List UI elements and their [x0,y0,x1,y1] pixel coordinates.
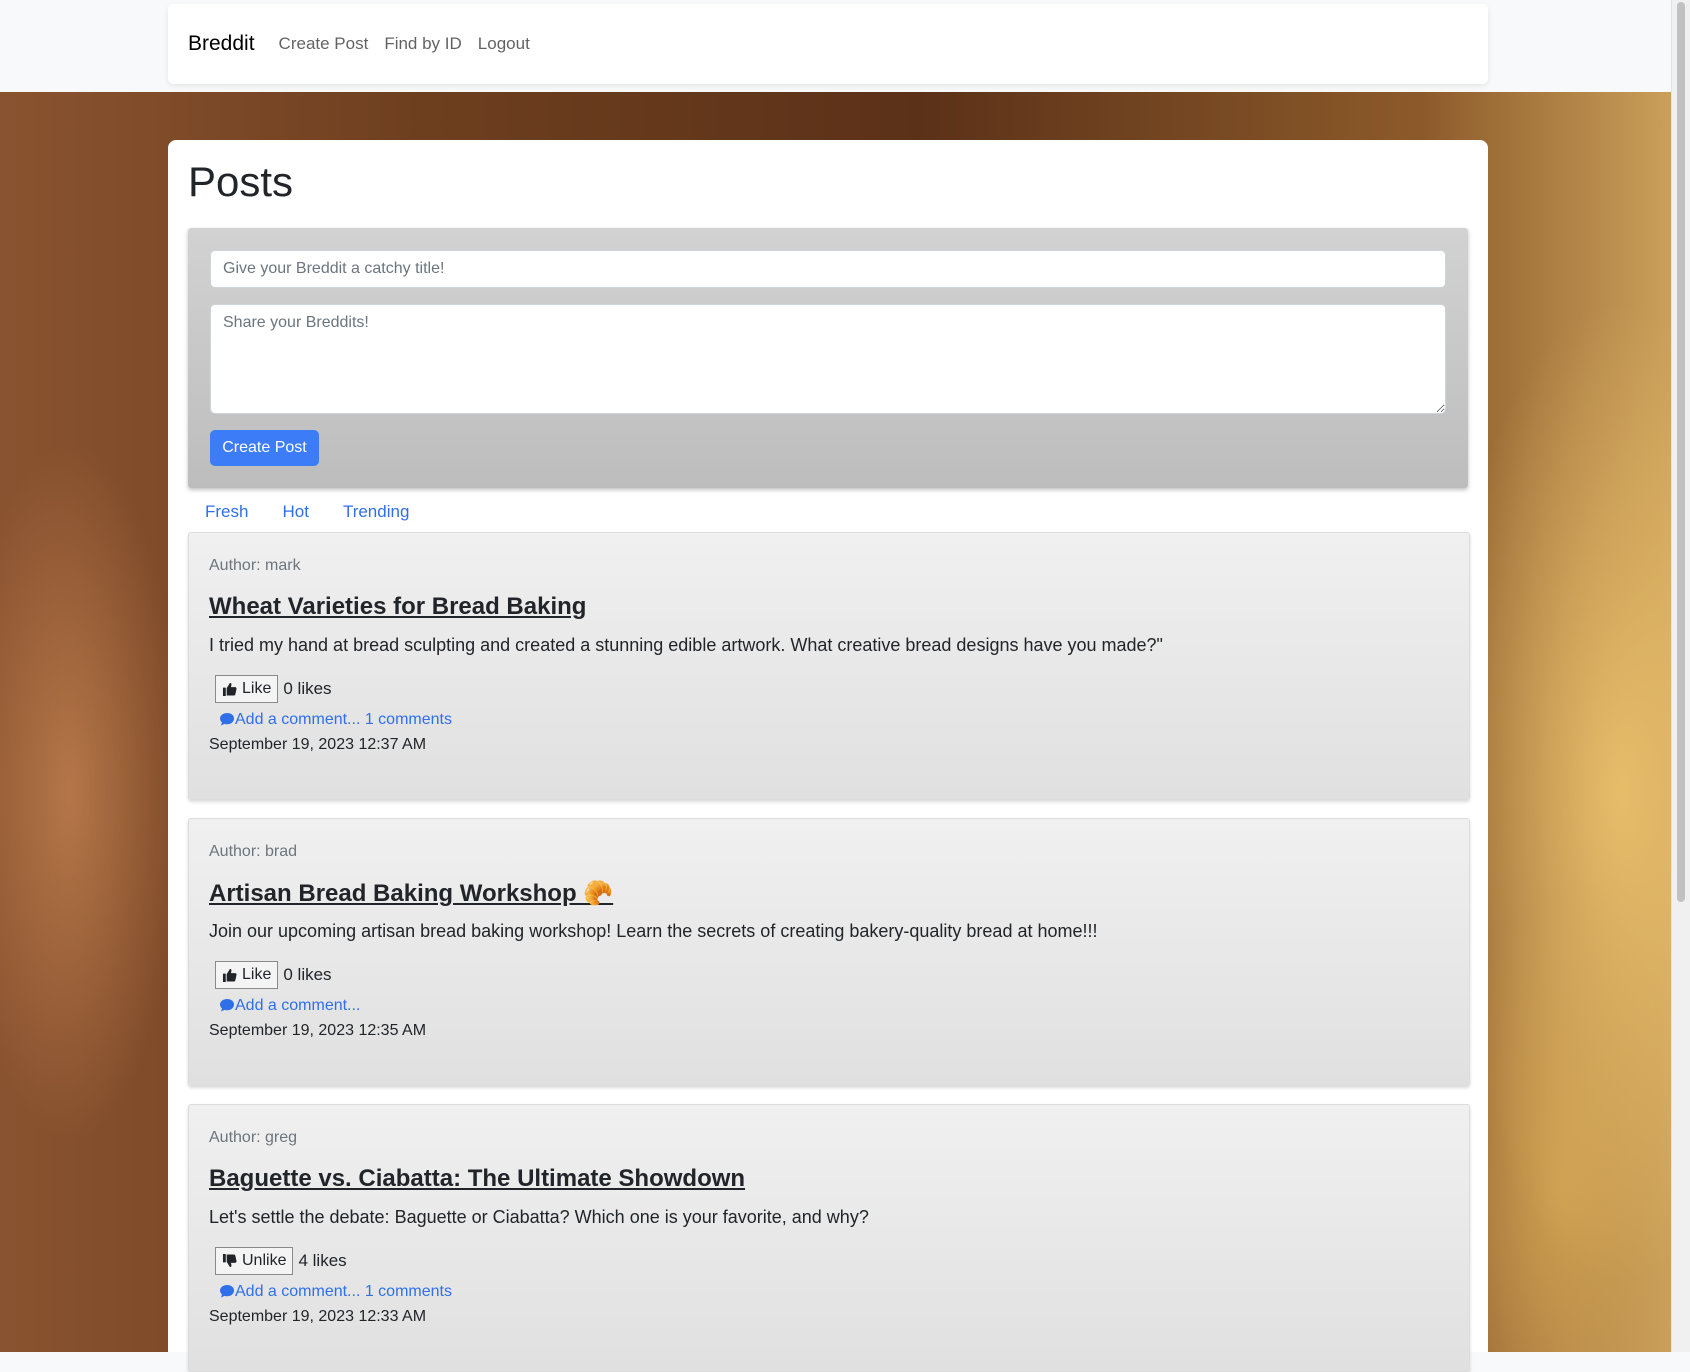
post-body: Join our upcoming artisan bread baking w… [209,921,1098,941]
post-title-link[interactable]: Baguette vs. Ciabatta: The Ultimate Show… [209,1165,745,1193]
add-comment-link[interactable]: Add a comment... [219,997,360,1014]
like-row: Like 0 likes [215,675,332,703]
post-title-link[interactable]: Wheat Varieties for Bread Baking [209,593,586,621]
tab-trending[interactable]: Trending [343,502,409,522]
navbar: Breddit Create Post Find by ID Logout [168,4,1488,84]
page-scrollbar[interactable] [1671,0,1690,1352]
tab-fresh[interactable]: Fresh [205,502,248,522]
nav-link-create-post[interactable]: Create Post [279,34,369,54]
post-card: Author: greg Baguette vs. Ciabatta: The … [188,1104,1470,1372]
comments-count-link[interactable]: 1 comments [360,711,452,728]
comment-bubble-icon [219,712,235,726]
like-button-label: Like [242,966,272,983]
post-card: Author: mark Wheat Varieties for Bread B… [188,532,1470,800]
post-author: Author: brad [209,843,298,860]
post-body: I tried my hand at bread sculpting and c… [209,635,1163,655]
like-button[interactable]: Like [215,961,279,989]
create-post-form: Create Post [188,228,1468,488]
comment-bubble-icon [219,1284,235,1298]
like-row: Unlike 4 likes [215,1247,347,1275]
add-comment-label: Add a comment... [235,997,361,1014]
like-count: 0 likes [283,679,332,698]
add-comment-label: Add a comment... [235,1283,361,1300]
post-date: September 19, 2023 12:35 AM [209,1022,427,1039]
post-author: Author: greg [209,1129,298,1146]
unlike-button-label: Unlike [242,1252,287,1269]
comment-row: Add a comment... 1 comments [219,1283,452,1301]
post-date: September 19, 2023 12:33 AM [209,1308,427,1325]
post-title-input[interactable] [210,250,1446,288]
add-comment-link[interactable]: Add a comment... [219,711,360,728]
add-comment-link[interactable]: Add a comment... [219,1283,360,1300]
like-button[interactable]: Like [215,675,279,703]
unlike-button[interactable]: Unlike [215,1247,294,1275]
add-comment-label: Add a comment... [235,711,361,728]
thumbs-up-icon [222,682,237,696]
scrollbar-thumb[interactable] [1677,2,1685,902]
comment-row: Add a comment... 1 comments [219,711,452,729]
post-card: Author: brad Artisan Bread Baking Worksh… [188,818,1470,1086]
like-button-label: Like [242,680,272,697]
thumbs-up-icon [222,968,237,982]
sort-tabs: Fresh Hot Trending [205,502,409,522]
thumbs-down-icon [222,1254,237,1268]
nav-link-logout[interactable]: Logout [478,34,530,54]
post-body: Let's settle the debate: Baguette or Cia… [209,1207,869,1227]
create-post-button[interactable]: Create Post [210,430,319,466]
tab-hot[interactable]: Hot [282,502,308,522]
like-row: Like 0 likes [215,961,332,989]
brand-logo[interactable]: Breddit [188,32,255,56]
comment-bubble-icon [219,998,235,1012]
main-content: Posts Create Post Fresh Hot Trending Aut… [168,140,1488,1372]
post-title-link[interactable]: Artisan Bread Baking Workshop 🥐 [209,879,613,908]
like-count: 0 likes [283,965,332,984]
post-date: September 19, 2023 12:37 AM [209,736,427,753]
post-author: Author: mark [209,557,301,574]
post-body-textarea[interactable] [210,304,1446,414]
page-title: Posts [188,158,294,205]
nav-link-find-by-id[interactable]: Find by ID [384,34,461,54]
comments-count-link[interactable]: 1 comments [360,1283,452,1300]
like-count: 4 likes [298,1251,347,1270]
comment-row: Add a comment... [219,997,360,1015]
